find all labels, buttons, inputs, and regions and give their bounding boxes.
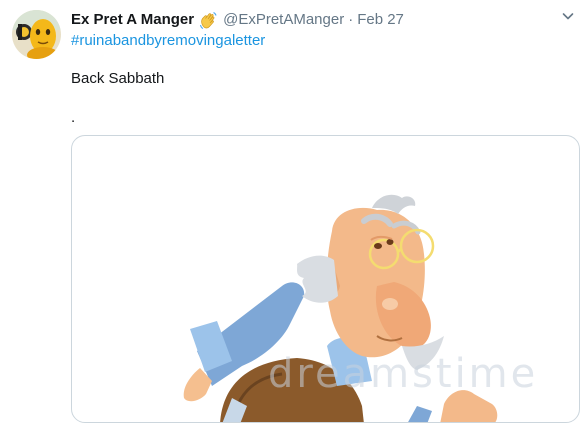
tweet: Ex Pret A Manger @ExPretAManger · Feb 27… (0, 0, 581, 435)
chevron-down-icon[interactable] (560, 8, 576, 24)
avatar-image (12, 10, 61, 59)
display-name[interactable]: Ex Pret A Manger (71, 10, 194, 30)
tweet-media-image[interactable]: dreamstime (71, 135, 580, 423)
tweet-text: Back Sabbath (71, 70, 165, 87)
separator-dot: · (348, 11, 354, 28)
handle[interactable]: @ExPretAManger (223, 10, 344, 30)
tweet-text-dot: . (71, 109, 76, 126)
cartoon-old-man-image (183, 194, 498, 422)
tweet-date[interactable]: Feb 27 (357, 10, 404, 30)
avatar[interactable] (12, 10, 61, 59)
tweet-header: Ex Pret A Manger @ExPretAManger · Feb 27 (71, 10, 404, 30)
waving-hand-icon (199, 11, 218, 30)
hashtag-link[interactable]: #ruinabandbyremovingaletter (71, 31, 265, 51)
